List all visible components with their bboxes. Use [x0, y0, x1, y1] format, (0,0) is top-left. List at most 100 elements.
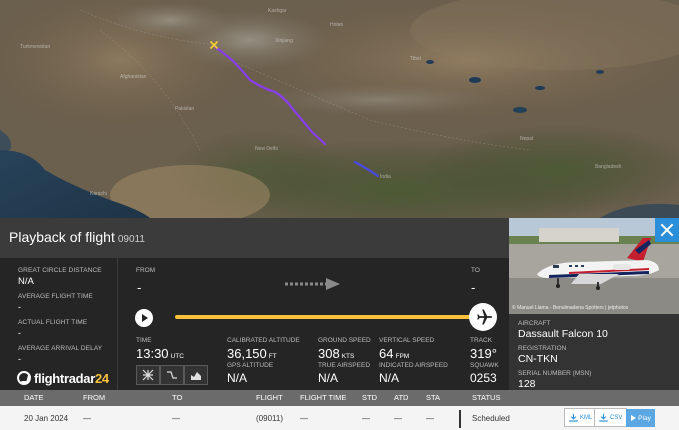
svg-text:Nepal: Nepal	[520, 136, 533, 142]
vertical-speed-label: VERTICAL SPEED	[379, 337, 435, 344]
satellite-map[interactable]: Turkmenistan Afghanistan Kashgar Hotan X…	[0, 0, 679, 218]
stat-label: ACTUAL FLIGHT TIME	[18, 319, 88, 326]
svg-text:Turkmenistan: Turkmenistan	[20, 44, 50, 50]
ground-speed-value: 308 KTS	[318, 346, 354, 361]
plane-icon	[477, 309, 493, 325]
svg-text:Karachi: Karachi	[90, 191, 107, 197]
route-tool-icon	[167, 371, 177, 379]
download-icon	[599, 413, 608, 422]
cell-atd: —	[394, 414, 402, 423]
stat-value: N/A	[18, 276, 34, 287]
cell-flight-time: —	[300, 414, 308, 423]
column-header-date: DATE	[24, 393, 44, 402]
column-header-flight: FLIGHT	[256, 393, 283, 402]
aircraft-info-panel: © Manuel Llama - Benalmadena Spotters | …	[509, 218, 679, 390]
time-number: 13:30	[136, 346, 169, 361]
true-airspeed-value: N/A	[318, 371, 339, 385]
ground-speed-unit: KTS	[341, 353, 355, 360]
flightradar-playback-window: Turkmenistan Afghanistan Kashgar Hotan X…	[0, 0, 679, 430]
flight-statistics: GREAT CIRCLE DISTANCE N/A AVERAGE FLIGHT…	[0, 258, 118, 390]
map-tool-button[interactable]	[136, 365, 160, 385]
stat-average-flight-time: AVERAGE FLIGHT TIME -	[18, 293, 93, 312]
svg-text:Xinjiang: Xinjiang	[275, 38, 293, 44]
cell-from: —	[83, 414, 91, 423]
panel-header: Playback of flight 09011	[0, 218, 509, 258]
aircraft-photo-image	[509, 218, 679, 314]
serial-number-value: 128	[518, 378, 536, 390]
track-value: 319°	[470, 346, 497, 361]
cell-flight: (09011)	[256, 414, 283, 423]
ground-speed-number: 308	[318, 346, 340, 361]
svg-text:Pakistan: Pakistan	[175, 106, 194, 112]
time-label: TIME	[136, 337, 152, 344]
play-label: Play	[638, 414, 651, 422]
calibrated-altitude-unit: FT	[268, 353, 277, 360]
panel-flight-number: 09011	[117, 234, 145, 245]
cell-sta: —	[426, 414, 434, 423]
stat-value: -	[18, 328, 21, 338]
gps-altitude-value: N/A	[227, 371, 248, 385]
calibrated-altitude-label: CALIBRATED ALTITUDE	[227, 337, 300, 344]
svg-text:New Delhi: New Delhi	[255, 146, 278, 152]
play-button[interactable]	[135, 309, 153, 327]
plane-position-marker[interactable]	[469, 303, 497, 331]
svg-text:India: India	[380, 174, 391, 180]
stat-label: GREAT CIRCLE DISTANCE	[18, 267, 102, 274]
squawk-value: 0253	[470, 371, 497, 385]
kml-label: KML	[580, 414, 593, 421]
svg-text:Afghanistan: Afghanistan	[120, 74, 147, 80]
aircraft-label: AIRCRAFT	[518, 320, 551, 327]
aircraft-value: Dassault Falcon 10	[518, 328, 608, 340]
from-value: -	[137, 280, 142, 295]
cell-date: 20 Jan 2024	[24, 414, 69, 423]
column-header-std: STD	[362, 393, 377, 402]
column-header-flight-time: FLIGHT TIME	[300, 393, 347, 402]
svg-text:Kashgar: Kashgar	[268, 8, 287, 14]
from-label: FROM	[136, 267, 156, 274]
play-icon	[631, 415, 637, 421]
map-tool-icon	[142, 369, 154, 381]
stat-actual-flight-time: ACTUAL FLIGHT TIME -	[18, 319, 87, 338]
photo-credit[interactable]: © Manuel Llama - Benalmadena Spotters | …	[512, 305, 628, 311]
close-button[interactable]	[655, 218, 679, 242]
panel-title: Playback of flight 09011	[9, 229, 145, 245]
stat-value: -	[18, 302, 21, 312]
vertical-speed-value: 64 FPM	[379, 346, 409, 361]
to-label: TO	[471, 267, 480, 274]
row-status-divider	[459, 410, 461, 428]
registration-label: REGISTRATION	[518, 345, 567, 352]
playback-panel: Playback of flight 09011 GREAT CIRCLE DIS…	[0, 218, 509, 390]
flight-table-header: DATE FROM TO FLIGHT FLIGHT TIME STD ATD …	[0, 390, 679, 406]
ground-speed-label: GROUND SPEED	[318, 337, 371, 344]
stat-average-arrival-delay: AVERAGE ARRIVAL DELAY -	[18, 345, 102, 364]
stat-great-circle-distance: GREAT CIRCLE DISTANCE N/A	[18, 267, 102, 287]
indicated-airspeed-value: N/A	[379, 371, 400, 385]
column-header-to: TO	[172, 393, 183, 402]
serial-number-label: SERIAL NUMBER (MSN)	[518, 370, 592, 377]
logo-text: flightradar24	[34, 371, 109, 386]
column-header-from: FROM	[83, 393, 106, 402]
stat-label: AVERAGE FLIGHT TIME	[18, 293, 93, 300]
logo-text-main: flightradar	[34, 370, 95, 386]
kml-download-button[interactable]: KML	[564, 408, 598, 427]
to-value: -	[471, 280, 476, 295]
svg-text:Tibet: Tibet	[410, 56, 422, 62]
csv-download-button[interactable]: CSV	[594, 408, 628, 427]
aircraft-photo[interactable]: © Manuel Llama - Benalmadena Spotters | …	[509, 218, 679, 314]
true-airspeed-label: TRUE AIRSPEED	[318, 362, 371, 369]
cell-std: —	[362, 414, 370, 423]
cell-to: —	[172, 414, 180, 423]
chart-tool-button[interactable]	[184, 365, 208, 385]
logo-icon	[17, 371, 31, 385]
map-canvas[interactable]: Turkmenistan Afghanistan Kashgar Hotan X…	[0, 0, 679, 218]
column-header-status: STATUS	[472, 393, 501, 402]
time-value: 13:30 UTC	[136, 346, 184, 361]
gps-altitude-label: GPS ALTITUDE	[227, 362, 274, 369]
vertical-speed-number: 64	[379, 346, 394, 361]
route-tool-button[interactable]	[160, 365, 184, 385]
csv-label: CSV	[610, 414, 623, 421]
route-arrow-icon	[285, 278, 340, 290]
logo-text-24: 24	[94, 370, 109, 386]
playback-progress-bar[interactable]	[175, 315, 473, 319]
play-flight-button[interactable]: Play	[626, 409, 655, 427]
